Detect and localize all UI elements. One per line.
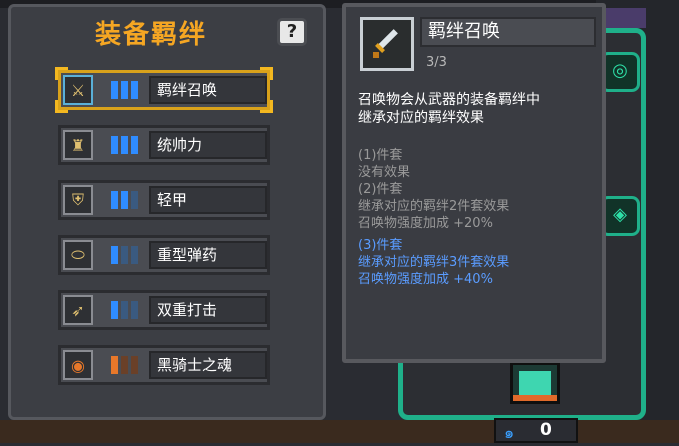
bond-level-bars [111,301,138,319]
swirl-icon: ๑ [504,423,515,442]
level-bar [121,191,128,209]
bond-level-bars [111,191,138,209]
level-bar [131,246,138,264]
level-bar [111,191,118,209]
level-bar [121,356,128,374]
desc-line: 召唤物会从武器的装备羁绊中 [358,92,540,108]
shield-icon: ◈ [613,204,627,225]
armor-icon: ⛨ [63,185,93,215]
level-bar [131,136,138,154]
tier2-effect: 继承对应的羁绊2件套效果 [358,199,510,214]
bond-item[interactable]: ⚔ 羁绊召唤 [55,67,273,113]
level-bar [111,136,118,154]
tooltip-count: 3/3 [426,55,447,70]
level-bar [121,301,128,319]
level-bar [111,301,118,319]
level-bar [111,246,118,264]
level-bar [131,81,138,99]
selection-corner [260,100,273,113]
currency-value: 0 [540,420,552,440]
tooltip-description: 召唤物会从武器的装备羁绊中 继承对应的羁绊效果 [358,91,598,127]
selection-corner [260,67,273,80]
skill-button-2[interactable]: ◈ [600,196,640,236]
currency-display: ๑ 0 [494,418,578,443]
desc-line: 继承对应的羁绊效果 [358,110,484,126]
bond-item[interactable]: ➶ 双重打击 [58,290,270,330]
bond-name: 双重打击 [149,296,267,324]
bond-name: 黑骑士之魂 [149,351,267,379]
selection-corner [55,67,68,80]
bond-name: 轻甲 [149,186,267,214]
rune-icon: ◎ [612,60,628,81]
tooltip-title: 羁绊召唤 [420,17,596,47]
tier2-effect: 召唤物强度加成 +20% [358,216,493,231]
level-bar [121,136,128,154]
tier3-title: (3)件套 [358,238,403,253]
equip-slot[interactable] [510,362,560,404]
bow-icon: ➶ [63,295,93,325]
tier3-effect: 召唤物强度加成 +40% [358,272,493,287]
bond-tooltip: 羁绊召唤 3/3 召唤物会从武器的装备羁绊中 继承对应的羁绊效果 (1)件套 没… [342,3,606,363]
bond-item[interactable]: ♜ 统帅力 [58,125,270,165]
bond-level-bars [111,246,138,264]
help-button[interactable]: ? [277,18,307,46]
soul-icon: ◉ [63,350,93,380]
item-icon [519,371,551,395]
bond-item[interactable]: ⛨ 轻甲 [58,180,270,220]
bond-item[interactable]: ⬭ 重型弹药 [58,235,270,275]
tier1-effect: 没有效果 [358,165,411,180]
level-bar [121,81,128,99]
bond-level-bars [111,136,138,154]
level-bar [131,301,138,319]
tier2-title: (2)件套 [358,182,403,197]
level-bar [131,191,138,209]
level-bar [111,356,118,374]
tier1-title: (1)件套 [358,148,403,163]
bond-name: 羁绊召唤 [149,76,267,104]
torch-icon: ♜ [63,130,93,160]
level-bar [111,81,118,99]
tier3-effect: 继承对应的羁绊3件套效果 [358,255,510,270]
bond-level-bars [111,356,138,374]
sword-icon [360,17,414,71]
level-bar [121,246,128,264]
ammo-icon: ⬭ [63,240,93,270]
bond-name: 重型弹药 [149,241,267,269]
selection-corner [55,100,68,113]
bond-level-bars [111,81,138,99]
skill-button-1[interactable]: ◎ [600,52,640,92]
bond-name: 统帅力 [149,131,267,159]
bond-item[interactable]: ◉ 黑骑士之魂 [58,345,270,385]
slot-strip [513,395,557,401]
panel-title: 装备羁绊 [95,20,208,50]
level-bar [131,356,138,374]
